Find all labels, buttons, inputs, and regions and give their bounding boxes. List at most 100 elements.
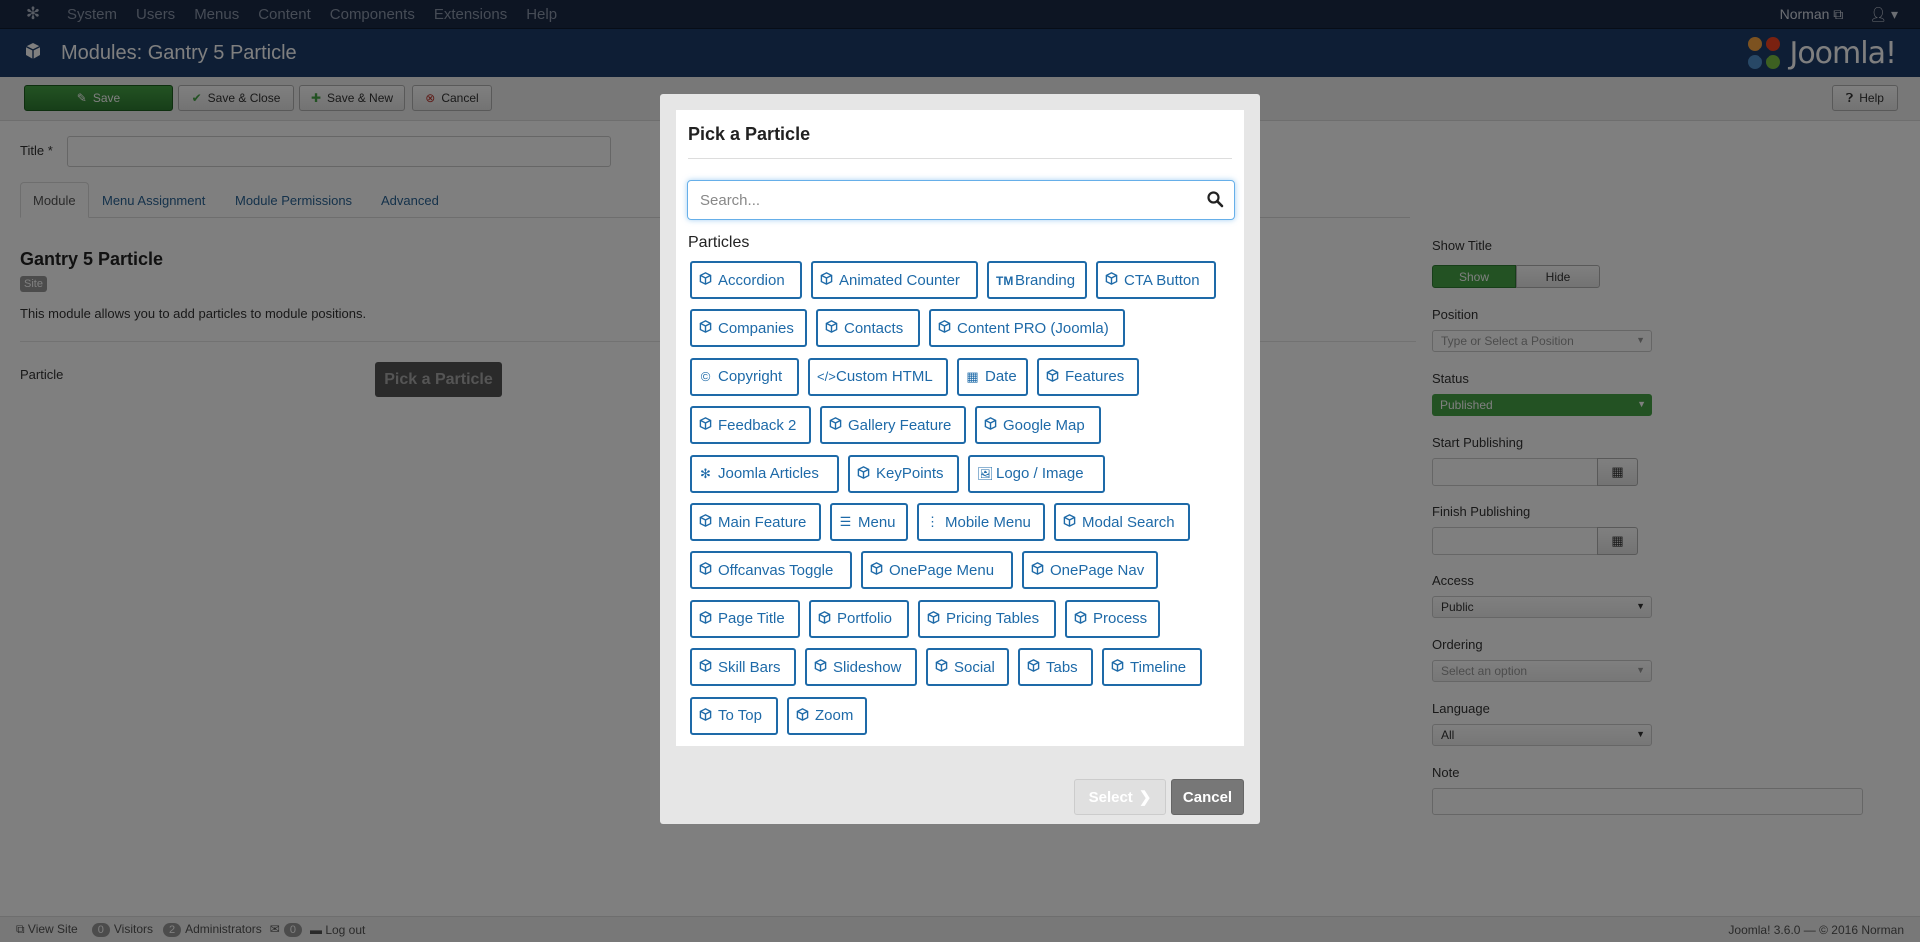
particle-button-offcanvas-toggle[interactable]: Offcanvas Toggle xyxy=(690,551,852,590)
chevron-right-icon: ❯ xyxy=(1138,789,1152,806)
particle-label: CTA Button xyxy=(1124,271,1200,289)
ellipsis-icon: ⋮ xyxy=(926,514,939,529)
particle-label: KeyPoints xyxy=(876,465,944,483)
particle-label: Mobile Menu xyxy=(945,513,1031,531)
modal-title: Pick a Particle xyxy=(688,124,811,144)
cube-icon xyxy=(935,659,948,675)
particle-button-feedback-2[interactable]: Feedback 2 xyxy=(690,406,811,445)
particle-label: Features xyxy=(1065,368,1125,386)
particle-button-google-map[interactable]: Google Map xyxy=(975,406,1101,445)
search-placeholder: Search... xyxy=(700,191,761,209)
particle-button-copyright[interactable]: © Copyright xyxy=(690,357,799,396)
cube-icon xyxy=(699,514,712,530)
particle-button-custom-html[interactable]: </> Custom HTML xyxy=(808,357,948,396)
cube-icon xyxy=(1105,272,1118,288)
particle-button-contacts[interactable]: Contacts xyxy=(816,309,920,348)
cube-icon xyxy=(1027,659,1040,675)
particle-label: Timeline xyxy=(1130,658,1187,676)
modal-body: Pick a Particle Search... Particles Acco… xyxy=(676,110,1244,746)
particle-label: Custom HTML xyxy=(836,368,933,386)
particle-button-process[interactable]: Process xyxy=(1065,599,1160,638)
particle-label: Companies xyxy=(718,319,794,337)
particle-button-menu[interactable]: ☰ Menu xyxy=(830,503,908,541)
particle-label: Content PRO (Joomla) xyxy=(957,319,1109,337)
cube-icon xyxy=(699,272,712,288)
cube-icon xyxy=(1111,659,1124,675)
bars-icon: ☰ xyxy=(839,514,852,529)
cube-icon xyxy=(1063,514,1076,530)
particle-label: To Top xyxy=(718,707,762,725)
particle-label: Skill Bars xyxy=(718,658,781,676)
copyright-icon: © xyxy=(700,369,711,385)
cube-icon xyxy=(699,610,712,627)
particle-button-skill-bars[interactable]: Skill Bars xyxy=(690,648,796,687)
cube-icon xyxy=(984,417,997,433)
particle-button-page-title[interactable]: Page Title xyxy=(690,599,800,638)
particle-label: Main Feature xyxy=(718,513,807,531)
particle-label: Slideshow xyxy=(833,658,902,676)
particle-button-pricing-tables[interactable]: Pricing Tables xyxy=(918,599,1056,638)
particle-label: Page Title xyxy=(718,610,785,628)
particle-label: Google Map xyxy=(1003,416,1085,434)
particle-button-keypoints[interactable]: KeyPoints xyxy=(848,454,959,493)
particle-label: Animated Counter xyxy=(839,271,960,289)
cube-icon xyxy=(820,272,833,288)
select-button[interactable]: Select ❯ xyxy=(1074,779,1166,815)
particle-button-tabs[interactable]: Tabs xyxy=(1018,648,1093,687)
pick-particle-modal: Pick a Particle Search... Particles Acco… xyxy=(660,94,1260,824)
particle-label: OnePage Menu xyxy=(889,561,995,579)
particle-button-portfolio[interactable]: Portfolio xyxy=(809,599,909,638)
particle-button-companies[interactable]: Companies xyxy=(690,309,807,348)
cube-icon xyxy=(857,465,870,482)
particle-label: Modal Search xyxy=(1082,513,1175,531)
particle-button-accordion[interactable]: Accordion xyxy=(690,261,802,299)
particle-label: Contacts xyxy=(844,319,904,337)
particle-button-features[interactable]: Features xyxy=(1037,357,1139,396)
particle-button-modal-search[interactable]: Modal Search xyxy=(1054,503,1190,541)
modal-cancel-button[interactable]: Cancel xyxy=(1171,779,1244,815)
particle-button-cta-button[interactable]: CTA Button xyxy=(1096,261,1216,299)
particle-label: Date xyxy=(985,368,1017,386)
particle-button-gallery-feature[interactable]: Gallery Feature xyxy=(820,406,966,445)
particle-button-onepage-nav[interactable]: OnePage Nav xyxy=(1022,551,1158,590)
particle-button-slideshow[interactable]: Slideshow xyxy=(805,648,917,687)
cube-icon xyxy=(699,320,712,336)
particle-button-animated-counter[interactable]: Animated Counter xyxy=(811,261,978,299)
particle-button-to-top[interactable]: To Top xyxy=(690,696,778,735)
cube-icon xyxy=(870,562,883,578)
joomla-icon: ✻ xyxy=(700,465,711,481)
particle-button-zoom[interactable]: Zoom xyxy=(787,696,867,735)
particle-label: Process xyxy=(1093,610,1148,628)
particle-button-main-feature[interactable]: Main Feature xyxy=(690,503,821,541)
particle-button-mobile-menu[interactable]: ⋮ Mobile Menu xyxy=(917,503,1045,541)
search-icon[interactable] xyxy=(1206,190,1224,208)
cube-icon xyxy=(796,707,809,724)
particle-label: Gallery Feature xyxy=(848,416,952,434)
particle-label: Joomla Articles xyxy=(718,465,819,483)
particle-button-logo-image[interactable]: 🖼︎ Logo / Image xyxy=(968,454,1105,493)
cube-icon xyxy=(814,659,827,675)
particle-button-content-pro-joomla[interactable]: Content PRO (Joomla) xyxy=(929,309,1125,348)
particle-button-joomla-articles[interactable]: ✻ Joomla Articles xyxy=(690,454,839,493)
particle-search-input[interactable]: Search... xyxy=(687,180,1235,220)
calendar-icon: ▦ xyxy=(966,368,979,384)
particle-button-branding[interactable]: TM Branding xyxy=(987,261,1087,299)
trademark-icon: TM xyxy=(996,273,1014,288)
particle-button-social[interactable]: Social xyxy=(926,648,1009,687)
particle-label: Accordion xyxy=(718,271,785,289)
particle-label: Tabs xyxy=(1046,658,1078,676)
particle-button-timeline[interactable]: Timeline xyxy=(1102,648,1202,687)
select-label: Select xyxy=(1088,788,1133,806)
cube-icon xyxy=(829,417,842,433)
cube-icon xyxy=(818,610,831,627)
particle-label: Branding xyxy=(1015,271,1076,289)
particle-button-date[interactable]: ▦ Date xyxy=(957,357,1028,396)
particle-label: OnePage Nav xyxy=(1050,561,1145,579)
particle-button-onepage-menu[interactable]: OnePage Menu xyxy=(861,551,1013,590)
cube-icon xyxy=(1031,562,1044,578)
divider xyxy=(688,158,1232,159)
particle-label: Logo / Image xyxy=(996,465,1084,483)
cube-icon xyxy=(699,707,712,724)
particle-label: Copyright xyxy=(718,368,783,386)
cube-icon xyxy=(699,417,712,433)
